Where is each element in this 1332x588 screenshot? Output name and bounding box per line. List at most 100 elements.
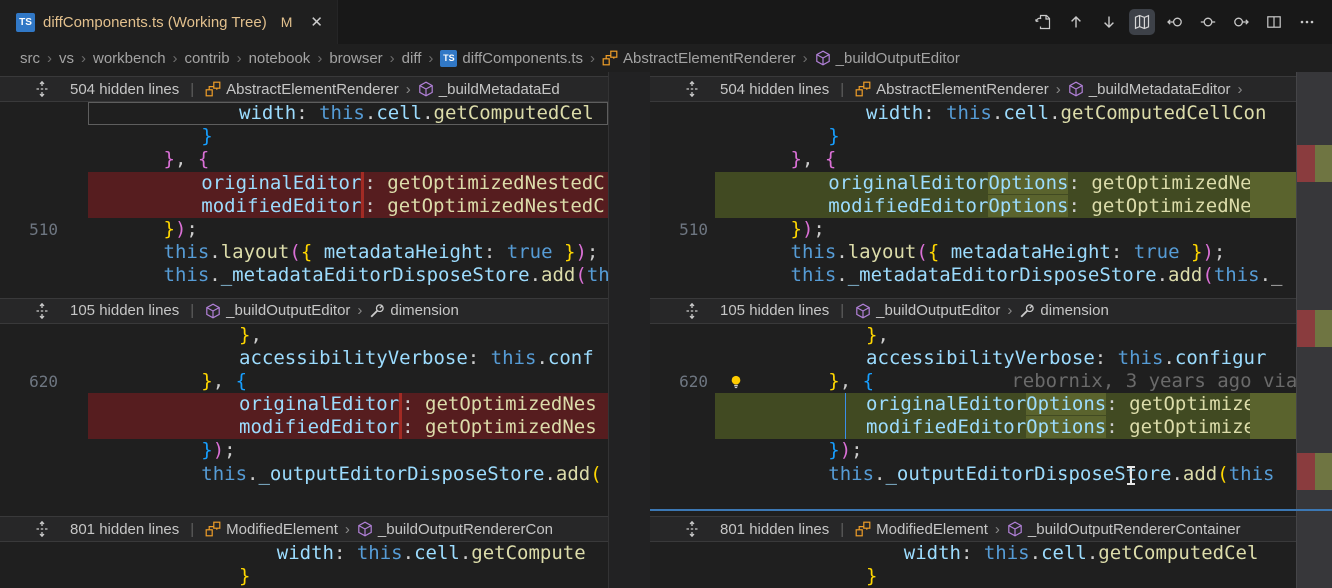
previous-change-icon[interactable] bbox=[1063, 9, 1089, 35]
code-text: }); bbox=[715, 439, 1296, 462]
code-text: modifiedEditor: getOptimizedNestedC bbox=[88, 195, 608, 218]
breadcrumb-item-diff[interactable]: diff bbox=[402, 50, 422, 67]
code-line[interactable]: width: this.cell.getComputedCel bbox=[650, 542, 1296, 565]
hidden-region-bar[interactable]: 801 hidden lines|ModifiedElement›_buildO… bbox=[650, 516, 1296, 542]
code-line[interactable]: 620 }, { bbox=[0, 370, 608, 393]
code-line[interactable]: modifiedEditorOptions: getOptimizedNest bbox=[650, 195, 1296, 218]
hidden-region-symbol[interactable]: _buildOutputRendererContainer bbox=[1007, 521, 1241, 538]
breadcrumb-item-notebook[interactable]: notebook bbox=[249, 50, 311, 67]
next-change-icon[interactable] bbox=[1096, 9, 1122, 35]
code-line[interactable]: this._outputEditorDisposeStore.add( bbox=[0, 463, 608, 486]
code-line[interactable]: accessibilityVerbose: this.conf bbox=[0, 347, 608, 370]
typescript-file-icon: TS bbox=[440, 50, 457, 67]
code-line[interactable]: }); bbox=[0, 439, 608, 462]
unfold-icon[interactable] bbox=[34, 521, 50, 537]
code-line[interactable]: 620 }, { rebornix, 3 years ago via PR bbox=[650, 370, 1296, 393]
code-line[interactable]: } bbox=[650, 125, 1296, 148]
hidden-region-bar[interactable]: 105 hidden lines|_buildOutputEditor›dime… bbox=[650, 298, 1296, 324]
open-changes-next-revision-icon[interactable] bbox=[1228, 9, 1254, 35]
open-changes-previous-revision-icon[interactable] bbox=[1162, 9, 1188, 35]
chevron-right-icon: › bbox=[803, 50, 808, 67]
code-line[interactable]: modifiedEditor: getOptimizedNestedC bbox=[0, 195, 608, 218]
discard-changes-icon[interactable] bbox=[1030, 9, 1056, 35]
code-line[interactable]: this._metadataEditorDisposeStore.add(th bbox=[0, 264, 608, 287]
open-changes-revision-icon[interactable] bbox=[1195, 9, 1221, 35]
code-line[interactable]: }, bbox=[0, 324, 608, 347]
breadcrumb-item-abstractelementrenderer[interactable]: AbstractElementRenderer bbox=[602, 50, 796, 67]
unfold-icon[interactable] bbox=[684, 303, 700, 319]
code-line[interactable]: } bbox=[650, 565, 1296, 588]
diff-ruler-mark[interactable] bbox=[1297, 310, 1332, 347]
breadcrumb-item-vs[interactable]: vs bbox=[59, 50, 74, 67]
breadcrumb-item-contrib[interactable]: contrib bbox=[185, 50, 230, 67]
hidden-region-bar[interactable]: 801 hidden lines|ModifiedElement›_buildO… bbox=[0, 516, 608, 542]
method-symbol-icon bbox=[815, 50, 831, 66]
unfold-icon[interactable] bbox=[34, 81, 50, 97]
breadcrumb-item--buildoutputeditor[interactable]: _buildOutputEditor bbox=[815, 50, 960, 67]
code-line[interactable]: this.layout({ metadataHeight: true }); bbox=[0, 241, 608, 264]
code-line[interactable]: }, { bbox=[0, 148, 608, 171]
code-line[interactable]: }, { bbox=[650, 148, 1296, 171]
code-line[interactable]: 510 }); bbox=[650, 218, 1296, 241]
hidden-region-bar[interactable]: 504 hidden lines|AbstractElementRenderer… bbox=[0, 76, 608, 102]
code-line[interactable]: originalEditorOptions: getOptimized bbox=[650, 393, 1296, 416]
code-line[interactable]: 510 }); bbox=[0, 218, 608, 241]
diff-ruler-mark[interactable] bbox=[1297, 145, 1332, 182]
breadcrumb-item-browser[interactable]: browser bbox=[329, 50, 382, 67]
hidden-region-symbol[interactable]: dimension bbox=[369, 302, 458, 319]
hidden-region-symbol[interactable]: ModifiedElement bbox=[205, 521, 338, 538]
code-line[interactable]: width: this.cell.getCompute bbox=[0, 542, 608, 565]
close-tab-icon[interactable]: ✕ bbox=[310, 13, 323, 31]
tab-diffcomponents[interactable]: TS diffComponents.ts (Working Tree) M ✕ bbox=[0, 0, 338, 44]
code-line[interactable]: this.layout({ metadataHeight: true }); bbox=[650, 241, 1296, 264]
class-symbol-icon bbox=[602, 50, 618, 66]
hidden-region-bar[interactable]: 105 hidden lines|_buildOutputEditor›dime… bbox=[0, 298, 608, 324]
diff-ruler-mark[interactable] bbox=[1297, 453, 1332, 490]
code-line[interactable]: }, bbox=[650, 324, 1296, 347]
chevron-right-icon: › bbox=[345, 521, 350, 538]
chevron-right-icon: › bbox=[1056, 81, 1061, 98]
collapse-unchanged-regions-icon[interactable] bbox=[1129, 9, 1155, 35]
code-line[interactable] bbox=[0, 486, 608, 509]
hidden-region-symbol[interactable]: _buildOutputRendererCon bbox=[357, 521, 553, 538]
breadcrumb-item-workbench[interactable]: workbench bbox=[93, 50, 166, 67]
breadcrumb-item-diffcomponents-ts[interactable]: TSdiffComponents.ts bbox=[440, 50, 583, 67]
code-line[interactable]: originalEditor: getOptimizedNes bbox=[0, 393, 608, 416]
diff-pane-original[interactable]: 504 hidden lines|AbstractElementRenderer… bbox=[0, 72, 608, 588]
code-line[interactable]: accessibilityVerbose: this.configur bbox=[650, 347, 1296, 370]
code-text: width: this.cell.getComputedCel bbox=[88, 102, 608, 125]
unfold-icon[interactable] bbox=[684, 81, 700, 97]
code-line[interactable]: } bbox=[0, 125, 608, 148]
more-actions-icon[interactable] bbox=[1294, 9, 1320, 35]
code-line[interactable]: modifiedEditorOptions: getOptimized bbox=[650, 416, 1296, 439]
code-line[interactable]: width: this.cell.getComputedCel bbox=[0, 102, 608, 125]
code-line[interactable]: modifiedEditor: getOptimizedNes bbox=[0, 416, 608, 439]
hidden-region-symbol[interactable]: AbstractElementRenderer bbox=[855, 81, 1049, 98]
code-text: originalEditorOptions: getOptimizedNest bbox=[715, 172, 1296, 195]
code-line[interactable]: this._metadataEditorDisposeStore.add(thi… bbox=[650, 264, 1296, 287]
hidden-region-symbol[interactable]: ModifiedElement bbox=[855, 521, 988, 538]
code-line[interactable]: } bbox=[0, 565, 608, 588]
code-line[interactable]: originalEditorOptions: getOptimizedNest bbox=[650, 172, 1296, 195]
editor-sash[interactable] bbox=[608, 72, 652, 588]
hidden-region-bar[interactable]: 504 hidden lines|AbstractElementRenderer… bbox=[650, 76, 1296, 102]
code-line[interactable]: width: this.cell.getComputedCellCon bbox=[650, 102, 1296, 125]
breadcrumb-item-src[interactable]: src bbox=[20, 50, 40, 67]
hidden-region-symbol[interactable]: _buildMetadataEd bbox=[418, 81, 560, 98]
chevron-right-icon: › bbox=[995, 521, 1000, 538]
code-line[interactable]: originalEditor: getOptimizedNestedC bbox=[0, 172, 608, 195]
code-text: }, { rebornix, 3 years ago via PR bbox=[715, 370, 1296, 393]
hidden-region-symbol[interactable]: dimension bbox=[1019, 302, 1108, 319]
code-line[interactable] bbox=[650, 486, 1296, 509]
hidden-region-symbol[interactable]: AbstractElementRenderer bbox=[205, 81, 399, 98]
unfold-icon[interactable] bbox=[684, 521, 700, 537]
code-line[interactable]: }); bbox=[650, 439, 1296, 462]
code-line[interactable]: this._outputEditorDisposeStore.add(this bbox=[650, 463, 1296, 486]
hidden-region-symbol[interactable]: _buildOutputEditor bbox=[205, 302, 350, 319]
unfold-icon[interactable] bbox=[34, 303, 50, 319]
hidden-lines-count: 105 hidden lines bbox=[70, 302, 179, 319]
split-editor-icon[interactable] bbox=[1261, 9, 1287, 35]
code-text: accessibilityVerbose: this.configur bbox=[715, 347, 1296, 370]
hidden-region-symbol[interactable]: _buildOutputEditor bbox=[855, 302, 1000, 319]
hidden-region-symbol[interactable]: _buildMetadataEditor bbox=[1068, 81, 1231, 98]
